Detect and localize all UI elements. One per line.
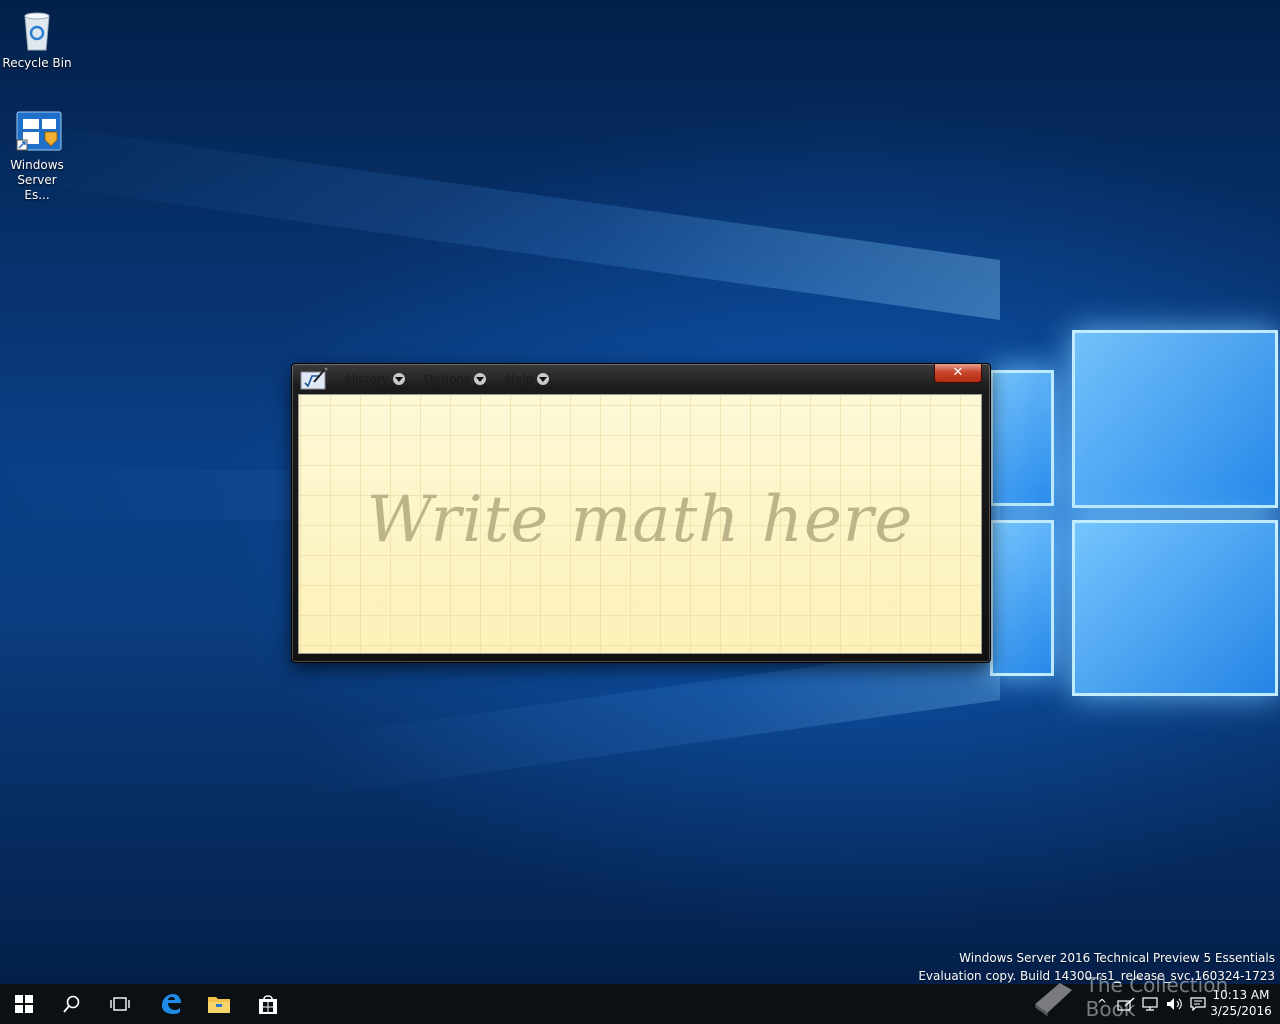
start-button[interactable]	[0, 984, 48, 1024]
search-icon	[63, 995, 80, 1013]
chevron-down-icon	[474, 373, 487, 385]
taskbar-file-explorer[interactable]	[195, 984, 243, 1024]
site-watermark-text: The Collection Book	[1085, 973, 1229, 1021]
recycle-bin-icon	[15, 8, 59, 52]
menu-history-label: History	[346, 372, 389, 386]
close-icon: ✕	[952, 365, 964, 380]
math-input-panel-app-icon[interactable]	[300, 367, 328, 391]
menu-help-label: Help	[506, 372, 534, 386]
folder-icon	[208, 997, 230, 1013]
search-button[interactable]	[48, 984, 96, 1024]
menu-options[interactable]: Options	[424, 371, 487, 387]
math-input-panel-window[interactable]: History Options Help ✕ Write math here	[291, 363, 991, 663]
desktop-icon-recycle-bin[interactable]: Recycle Bin	[1, 8, 73, 71]
desktop-icon-label: Recycle Bin	[2, 56, 72, 70]
store-icon	[259, 995, 277, 1014]
windows-start-icon	[15, 995, 33, 1013]
chevron-down-icon	[537, 373, 550, 385]
edge-browser-icon	[162, 994, 181, 1014]
task-view-icon	[110, 997, 130, 1011]
math-writing-area[interactable]: Write math here	[298, 394, 982, 654]
task-view-button[interactable]	[96, 984, 144, 1024]
watermark-edition: Windows Server 2016 Technical Preview 5 …	[959, 951, 1275, 965]
taskbar-edge[interactable]	[147, 984, 195, 1024]
menu-history[interactable]: History	[346, 371, 405, 387]
taskbar-store[interactable]	[244, 984, 292, 1024]
windows-server-essentials-icon	[15, 110, 62, 154]
write-math-hint: Write math here	[366, 483, 914, 557]
book-icon	[1035, 982, 1073, 1017]
menu-help[interactable]: Help	[506, 371, 550, 387]
wallpaper-beam	[0, 119, 1000, 320]
close-button[interactable]: ✕	[934, 364, 982, 383]
chevron-down-icon	[392, 373, 405, 385]
desktop-icon-windows-server-essentials[interactable]: Windows Server Es...	[1, 110, 73, 203]
wallpaper-beam	[300, 640, 1000, 799]
site-watermark-overlay: The Collection Book	[1030, 973, 1260, 1021]
desktop-icon-label: Windows Server Es...	[10, 158, 64, 202]
menu-options-label: Options	[424, 372, 471, 386]
wallpaper-windows-logo	[990, 330, 1280, 730]
